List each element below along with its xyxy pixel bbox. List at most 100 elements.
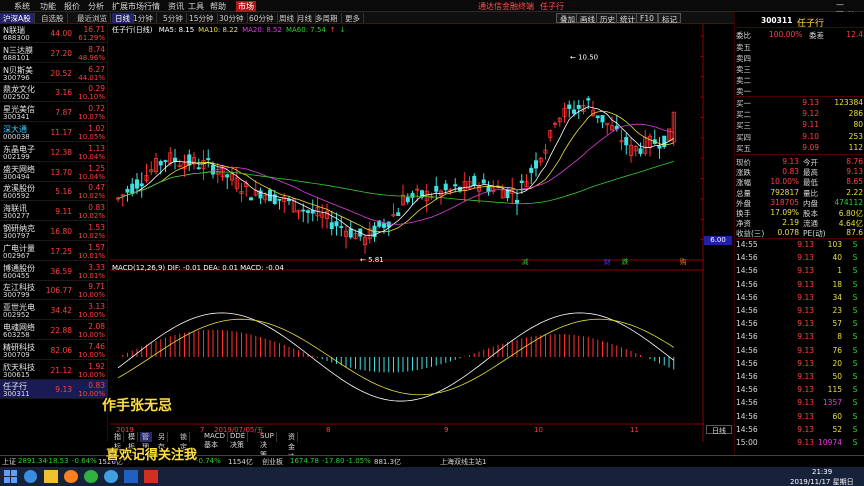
bid-level-label: 买三 xyxy=(736,121,751,131)
indicator-tab[interactable]: 锁定坐标 xyxy=(178,432,190,471)
stock-pct: 10.05% xyxy=(78,133,105,141)
stock-price: 17.25 xyxy=(50,246,72,256)
watchlist-row[interactable]: 左江科技 300799 106.77 9.71 10.00% xyxy=(0,281,108,301)
qq-icon[interactable] xyxy=(104,470,118,483)
windows-start-icon[interactable] xyxy=(4,470,17,483)
period-tab[interactable]: 多周期 xyxy=(312,13,342,23)
browser-icon[interactable] xyxy=(24,470,37,483)
wechat-icon[interactable] xyxy=(84,470,98,483)
app-icon[interactable] xyxy=(64,470,78,483)
stock-price: 5.16 xyxy=(55,187,72,197)
watchlist-row[interactable]: 龙溪股份 600592 5.16 0.47 10.02% xyxy=(0,182,108,202)
tick-row: 14:56 9.13 20 S xyxy=(734,359,864,369)
indicator-tab[interactable]: 管理 xyxy=(140,432,152,451)
stock-price: 21.12 xyxy=(50,365,72,375)
stock-code: 002967 xyxy=(3,251,30,260)
watchlist-row[interactable]: 星光美信 300341 7.87 0.72 10.07% xyxy=(0,103,108,123)
period-tab[interactable]: 60分钟 xyxy=(246,13,278,23)
menu-item[interactable]: 报价 xyxy=(64,1,80,12)
watchlist-row[interactable]: N三达膜 688101 27.20 8.74 48.96% xyxy=(0,44,108,63)
status-item: 1154亿 xyxy=(228,458,253,466)
tick-direction: S xyxy=(852,438,858,447)
tick-row: 14:56 9.13 8 S xyxy=(734,332,864,342)
indicator-tab[interactable]: 模板 xyxy=(126,432,138,451)
stock-change: 3.13 xyxy=(88,302,105,312)
ma-value-label: MA10: 8.22 xyxy=(198,26,239,34)
stock-pct: 10.00% xyxy=(78,311,105,320)
indicator-tab[interactable]: 资金决策 xyxy=(286,432,298,471)
watchlist-row[interactable]: 博通股份 600455 36.59 3.33 10.01% xyxy=(0,262,108,281)
watchlist-tab[interactable]: 自选股 xyxy=(38,13,68,23)
menu-item[interactable]: 分析 xyxy=(88,1,104,12)
menu-item[interactable]: 帮助 xyxy=(210,1,226,12)
watchlist-row[interactable]: 东晶电子 002199 12.38 1.13 10.04% xyxy=(0,143,108,162)
tick-price: 9.13 xyxy=(797,358,814,368)
word-icon[interactable] xyxy=(124,470,138,483)
watchlist-row[interactable]: 精研科技 300709 82.06 7.46 10.00% xyxy=(0,341,108,360)
chart-tool-button[interactable]: F10 xyxy=(636,13,658,23)
stock-price: 12.38 xyxy=(50,147,72,157)
indicator-tab[interactable]: DDE决策 xyxy=(228,432,249,449)
watchlist-tab[interactable]: 最近浏览 xyxy=(74,13,111,23)
menu-item[interactable]: 系统 xyxy=(14,1,30,12)
quote-stat-row: 现价 9.13 今开 8.76 xyxy=(735,157,864,167)
indicator-tab[interactable]: SUP决策 xyxy=(258,432,277,459)
watchlist-row[interactable]: 鼎龙文化 002502 3.16 0.29 10.10% xyxy=(0,83,108,103)
diff-value: 12.4 xyxy=(846,30,863,39)
indicator-tab[interactable]: MACD基本 xyxy=(202,432,228,449)
candle-body xyxy=(638,148,643,154)
watchlist-row[interactable]: 亚世光电 002952 34.42 3.13 10.00% xyxy=(0,301,108,321)
stock-code: 002199 xyxy=(3,152,30,161)
watchlist-row[interactable]: 广电计量 002967 17.25 1.57 10.01% xyxy=(0,242,108,261)
menu-item[interactable]: 资讯 xyxy=(168,1,184,12)
watchlist-row[interactable]: N贝斯美 300796 20.52 6.27 44.01% xyxy=(0,64,108,83)
watchlist-row[interactable]: 任子行 300311 9.13 0.83 10.00% xyxy=(0,380,108,400)
candle-body xyxy=(434,185,439,192)
folder-icon[interactable] xyxy=(44,470,58,483)
menu-item[interactable]: 工具 xyxy=(188,1,204,12)
status-item: -0.64% xyxy=(72,457,97,465)
tick-price: 9.13 xyxy=(797,398,814,408)
candle-body xyxy=(348,228,353,238)
period-tab[interactable]: 15分钟 xyxy=(186,13,218,23)
tick-time: 14:56 xyxy=(736,266,758,276)
quote-stat-row: 收益(三) 0.078 PE(动) 87.6 xyxy=(735,228,864,238)
watchlist-row[interactable]: 盛天网络 300494 13.70 1.25 10.04% xyxy=(0,163,108,182)
stock-price: 3.16 xyxy=(55,88,72,98)
tick-volume: 8 xyxy=(837,332,842,342)
indicator-tab[interactable]: 指标 xyxy=(112,432,124,451)
candle-body xyxy=(386,221,391,228)
kline-chart[interactable]: 11.0010.5010.009.509.008.508.007.507.006… xyxy=(110,24,728,442)
period-corner-button[interactable]: 日线 xyxy=(706,425,732,435)
stock-code: 300311 xyxy=(761,16,793,25)
period-tab[interactable]: 1分钟 xyxy=(130,13,157,23)
tick-price: 9.13 xyxy=(797,292,814,302)
chart-area[interactable]: 11.0010.5010.009.509.008.508.007.507.006… xyxy=(110,24,728,442)
candle-body xyxy=(443,183,448,191)
indicator-tab[interactable]: 另存为 xyxy=(156,432,168,461)
watchlist-row[interactable]: 欣天科技 300615 21.12 1.92 10.00% xyxy=(0,361,108,380)
period-tab[interactable]: 更多 xyxy=(342,13,364,23)
candle-body xyxy=(405,197,410,203)
stock-pct: 10.01% xyxy=(78,271,105,280)
watchlist-row[interactable]: 电魂网络 603258 22.88 2.08 10.00% xyxy=(0,321,108,340)
watchlist-tab[interactable]: 沪深A股 xyxy=(0,13,35,23)
market-tab[interactable]: 市场 xyxy=(236,1,256,12)
watchlist-row[interactable]: N联瑞 688300 44.00 16.71 61.29% xyxy=(0,24,108,43)
menu-item[interactable]: 功能 xyxy=(40,1,56,12)
minimize-button[interactable]: — xyxy=(836,0,848,9)
watchlist-row[interactable]: 深大通 000038 11.17 1.02 10.05% xyxy=(0,123,108,142)
watchlist-row[interactable]: 钢研纳克 300797 16.80 1.53 10.02% xyxy=(0,222,108,241)
watchlist-row[interactable]: 海联讯 300277 9.11 0.83 10.02% xyxy=(0,202,108,222)
subtitle-line-2: 喜欢记得关注我 xyxy=(106,448,198,463)
chart-tool-button[interactable]: 标记 xyxy=(658,13,681,24)
tick-volume: 20 xyxy=(832,358,842,368)
period-tab[interactable]: 30分钟 xyxy=(216,13,248,23)
period-tab[interactable]: 5分钟 xyxy=(160,13,187,23)
bid-price: 9.13 xyxy=(802,98,819,107)
tdx-icon[interactable] xyxy=(144,470,158,483)
stock-title: 任子行 xyxy=(540,2,564,11)
stock-price: 13.70 xyxy=(50,167,72,177)
menu-item[interactable]: 扩展市场行情 xyxy=(112,1,160,12)
ratio-value: 100.00% xyxy=(769,30,803,39)
